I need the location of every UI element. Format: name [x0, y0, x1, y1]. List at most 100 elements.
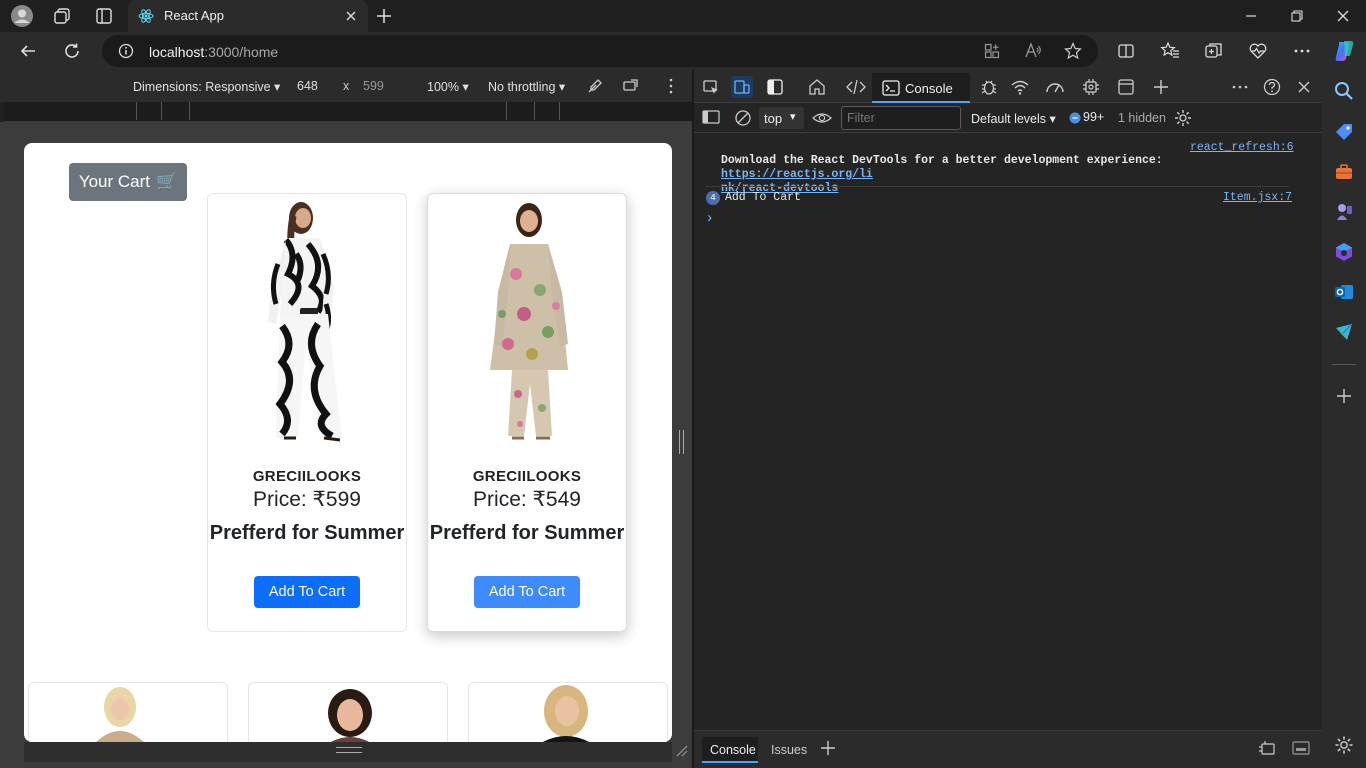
minimize-icon[interactable]: [1228, 0, 1274, 32]
microsoft-365-icon[interactable]: [1333, 241, 1355, 263]
add-drawer-tab-plus-icon[interactable]: [820, 740, 836, 756]
copilot-icon[interactable]: [1330, 38, 1358, 64]
navigation-bar: localhost:3000/home: [0, 32, 1366, 70]
profile-avatar-icon[interactable]: [10, 4, 34, 28]
clear-console-icon[interactable]: [734, 109, 752, 127]
close-tab-icon[interactable]: [344, 9, 358, 23]
message-source-link[interactable]: Item.jsx:7: [1223, 191, 1292, 204]
devtools-link[interactable]: https://reactjs.org/li: [721, 168, 873, 181]
more-menu-icon[interactable]: [1288, 38, 1316, 64]
memory-chip-icon[interactable]: [1080, 76, 1102, 98]
product-card: GRECIILOOKS Price: ₹549 Prefferd for Sum…: [427, 193, 627, 632]
read-aloud-icon[interactable]: [1024, 42, 1042, 60]
dock-drawer-icon[interactable]: [1292, 740, 1310, 756]
url-text[interactable]: localhost:3000/home: [149, 44, 278, 60]
zoom-dropdown[interactable]: 100% ▾: [427, 79, 469, 94]
tab-actions-icon[interactable]: [92, 4, 116, 28]
chevron-down-icon: ▾: [274, 80, 281, 94]
devtools-tab-bar: Console: [694, 70, 1322, 103]
games-chess-icon[interactable]: [1333, 201, 1355, 223]
add-to-cart-button[interactable]: Add To Cart: [474, 576, 580, 608]
drawer-tab-console[interactable]: Console: [702, 737, 758, 763]
site-info-icon[interactable]: [118, 43, 134, 59]
sidebar-settings-gear-icon[interactable]: [1333, 734, 1355, 756]
outlook-icon[interactable]: [1333, 281, 1355, 303]
repeat-count-badge: 4: [706, 191, 720, 205]
device-emulation-icon[interactable]: [731, 76, 753, 98]
performance-icon[interactable]: [1044, 76, 1066, 98]
inspect-element-icon[interactable]: [700, 76, 722, 98]
product-price: Price: ₹599: [253, 488, 361, 511]
product-image: [531, 685, 601, 742]
back-arrow-icon[interactable]: [14, 38, 42, 64]
restore-icon[interactable]: [1274, 0, 1320, 32]
dock-side-icon[interactable]: [764, 76, 786, 98]
more-tools-plus-icon[interactable]: [1150, 76, 1172, 98]
corner-resize-icon[interactable]: [675, 744, 689, 758]
context-selector[interactable]: top ▾: [759, 107, 804, 129]
media-query-ruler[interactable]: [4, 102, 692, 122]
product-description: Prefferd for Summer: [209, 522, 405, 544]
refresh-icon[interactable]: [58, 38, 86, 64]
console-prompt[interactable]: ›: [705, 210, 714, 227]
product-card: [28, 682, 228, 742]
more-options-icon[interactable]: [662, 77, 680, 95]
elements-icon[interactable]: [845, 76, 867, 98]
tools-briefcase-icon[interactable]: [1333, 161, 1355, 183]
eyedropper-icon[interactable]: [586, 77, 604, 95]
tab-console[interactable]: Console: [872, 73, 970, 103]
collections-icon[interactable]: [1200, 38, 1228, 64]
add-to-cart-button[interactable]: Add To Cart: [254, 576, 360, 608]
console-settings-gear-icon[interactable]: [1174, 109, 1192, 127]
your-cart-button[interactable]: Your Cart 🛒: [69, 163, 187, 201]
dimensions-dropdown[interactable]: Dimensions: Responsive ▾: [133, 79, 280, 94]
workspaces-icon[interactable]: [50, 4, 74, 28]
filter-input[interactable]: [841, 106, 961, 130]
drawer-tab-issues[interactable]: Issues: [771, 743, 807, 757]
sources-bug-icon[interactable]: [978, 76, 1000, 98]
address-bar[interactable]: localhost:3000/home: [102, 35, 1098, 67]
app-viewport: Your Cart 🛒 GRECIILOOKS Price: ₹599 Pref…: [24, 143, 672, 742]
hidden-count: 1 hidden: [1118, 111, 1166, 125]
log-levels-dropdown[interactable]: Default levels ▾: [971, 111, 1056, 126]
quick-view-icon[interactable]: [1258, 740, 1276, 756]
browser-tab[interactable]: React App: [128, 0, 368, 32]
application-panel-icon[interactable]: [1115, 76, 1137, 98]
width-input[interactable]: 648: [297, 79, 318, 93]
viewport-resize-handle[interactable]: [24, 742, 672, 762]
send-drop-icon[interactable]: [1333, 321, 1355, 343]
dimensions-label: Dimensions: Responsive: [133, 80, 271, 94]
new-tab-icon[interactable]: [372, 4, 396, 28]
message-text: Download the React DevTools for a better…: [721, 154, 1163, 167]
product-image: [85, 683, 155, 742]
shopping-tag-icon[interactable]: [1333, 121, 1355, 143]
browser-essentials-icon[interactable]: [1244, 38, 1272, 64]
search-icon[interactable]: [1333, 80, 1355, 102]
tab-title: React App: [164, 8, 224, 23]
welcome-home-icon[interactable]: [806, 76, 828, 98]
drawer-tab-console-label: Console: [710, 743, 756, 757]
rotate-device-icon[interactable]: [622, 77, 640, 95]
react-logo-icon: [138, 8, 154, 24]
split-screen-icon[interactable]: [1112, 38, 1140, 64]
favorite-star-icon[interactable]: [1064, 42, 1082, 60]
network-wifi-icon[interactable]: [1009, 76, 1031, 98]
devtools-menu-icon[interactable]: [1229, 76, 1251, 98]
add-sidebar-app-plus-icon[interactable]: [1333, 385, 1355, 407]
throttling-dropdown[interactable]: No throttling ▾: [488, 79, 565, 94]
height-input[interactable]: 599: [363, 79, 384, 93]
sidebar-toggle-icon[interactable]: [702, 109, 720, 125]
product-card: GRECIILOOKS Price: ₹599 Prefferd for Sum…: [207, 193, 407, 632]
live-expression-eye-icon[interactable]: [812, 110, 832, 126]
product-card: [248, 682, 448, 742]
product-brand: GRECIILOOKS: [252, 468, 362, 485]
chevron-down-icon: ▾: [558, 80, 566, 94]
favorites-icon[interactable]: [1156, 38, 1184, 64]
console-toolbar: top ▾ Default levels ▾ 99+ 1 hidden: [694, 103, 1322, 133]
message-source-link[interactable]: react_refresh:6: [1190, 141, 1294, 154]
close-window-icon[interactable]: [1320, 0, 1366, 32]
viewport-side-resize-handle[interactable]: [679, 430, 684, 454]
apps-icon[interactable]: [984, 43, 1000, 59]
help-icon[interactable]: [1261, 76, 1283, 98]
close-devtools-icon[interactable]: [1293, 76, 1315, 98]
